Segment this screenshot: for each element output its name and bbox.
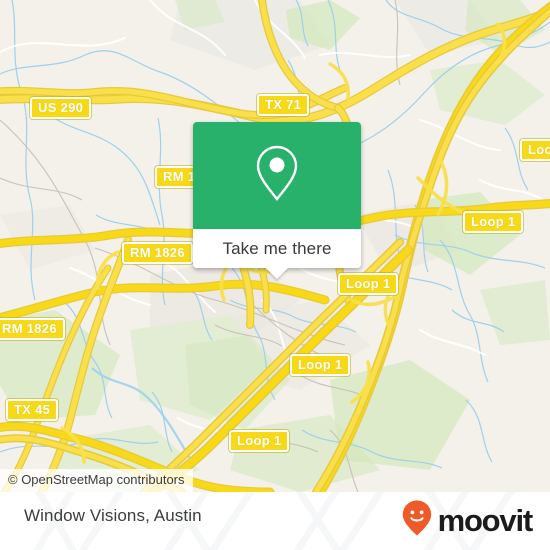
callout-action-area[interactable]: Take me there: [193, 229, 361, 279]
take-me-there-label: Take me there: [222, 238, 332, 258]
callout-icon-area: [193, 122, 361, 229]
place-title: Window Visions, Austin: [24, 506, 202, 525]
moovit-wordmark: moovit: [437, 503, 534, 538]
road-label-loop-1-c: Loop 1: [338, 273, 399, 295]
map-attribution[interactable]: © OpenStreetMap contributors: [0, 469, 193, 492]
moovit-brand[interactable]: moovit: [402, 500, 534, 541]
location-pin-icon: [253, 143, 301, 208]
road-label-rm-1826-mid: RM 1826: [122, 242, 193, 264]
road-label-loop-1-sw: Loop 1: [229, 430, 290, 452]
road-label-loop-1-ne: Loop: [520, 139, 550, 161]
road-label-loop-1-e: Loop 1: [463, 211, 524, 233]
road-label-loop-1-s: Loop 1: [290, 354, 351, 376]
road-label-us-290: US 290: [30, 97, 92, 119]
moovit-map-screenshot: .water{fill:none;stroke:#9fd0ec;stroke-w…: [0, 0, 550, 550]
moovit-smiling-pin-icon: [402, 500, 432, 541]
destination-callout-card[interactable]: Take me there: [193, 122, 361, 279]
road-label-tx-45: TX 45: [6, 399, 59, 421]
road-label-rm-1826-w: RM 1826: [0, 318, 65, 340]
road-label-tx-71: TX 71: [257, 94, 310, 116]
callout-pointer-tail: [266, 268, 288, 279]
